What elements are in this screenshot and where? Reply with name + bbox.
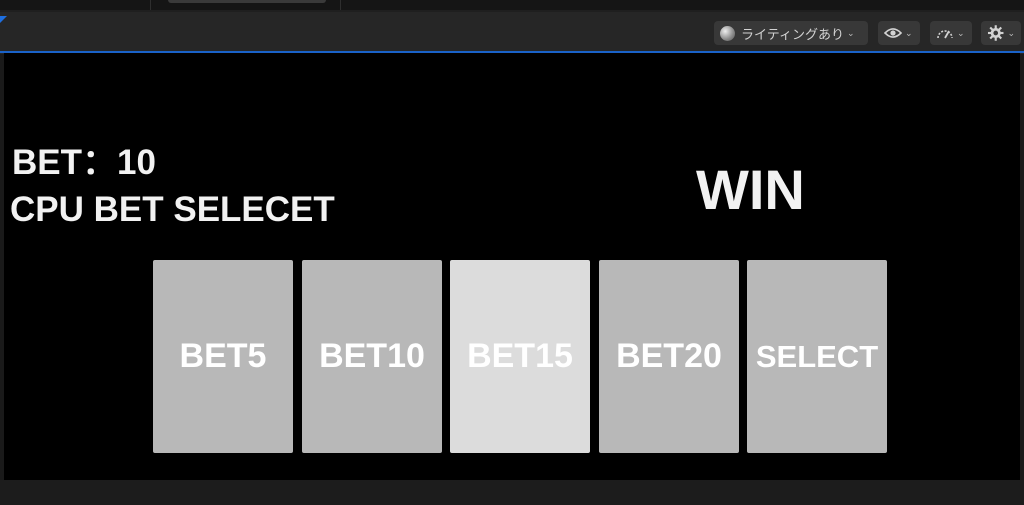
- eye-icon: [884, 28, 902, 38]
- gear-icon: [987, 25, 1004, 41]
- chevron-down-icon: ⌄: [905, 27, 913, 38]
- chevron-down-icon: ⌄: [846, 27, 855, 38]
- view-options-button[interactable]: ⌄: [878, 21, 920, 45]
- bottom-panel: [0, 480, 1024, 505]
- performance-button[interactable]: ⌄: [930, 21, 972, 45]
- lighting-sphere-icon: [720, 25, 735, 41]
- lighting-mode-label: ライティングあり: [741, 26, 844, 42]
- viewport-toolbar: [0, 10, 1024, 54]
- chevron-down-icon: ⌄: [1007, 27, 1015, 38]
- gauge-icon: [937, 30, 953, 39]
- bet15-button[interactable]: BET15: [450, 260, 590, 453]
- viewport-settings-button[interactable]: ⌄: [981, 21, 1021, 45]
- bet-display: BET：10: [12, 143, 156, 182]
- viewport-corner-marker: [0, 16, 7, 23]
- result-text: WIN: [696, 158, 805, 221]
- chevron-down-icon: ⌄: [957, 27, 965, 38]
- bet20-button[interactable]: BET20: [599, 260, 739, 453]
- cpu-status-text: CPU BET SELECET: [10, 190, 335, 229]
- editor-tab[interactable]: [168, 0, 326, 3]
- bet5-button[interactable]: BET5: [153, 260, 293, 453]
- tab-divider: [150, 0, 151, 10]
- lighting-mode-dropdown[interactable]: ライティングあり ⌄: [714, 21, 868, 45]
- editor-tab-strip: [0, 0, 1024, 10]
- tab-divider: [340, 0, 341, 10]
- select-button[interactable]: SELECT: [747, 260, 887, 453]
- bet10-button[interactable]: BET10: [302, 260, 442, 453]
